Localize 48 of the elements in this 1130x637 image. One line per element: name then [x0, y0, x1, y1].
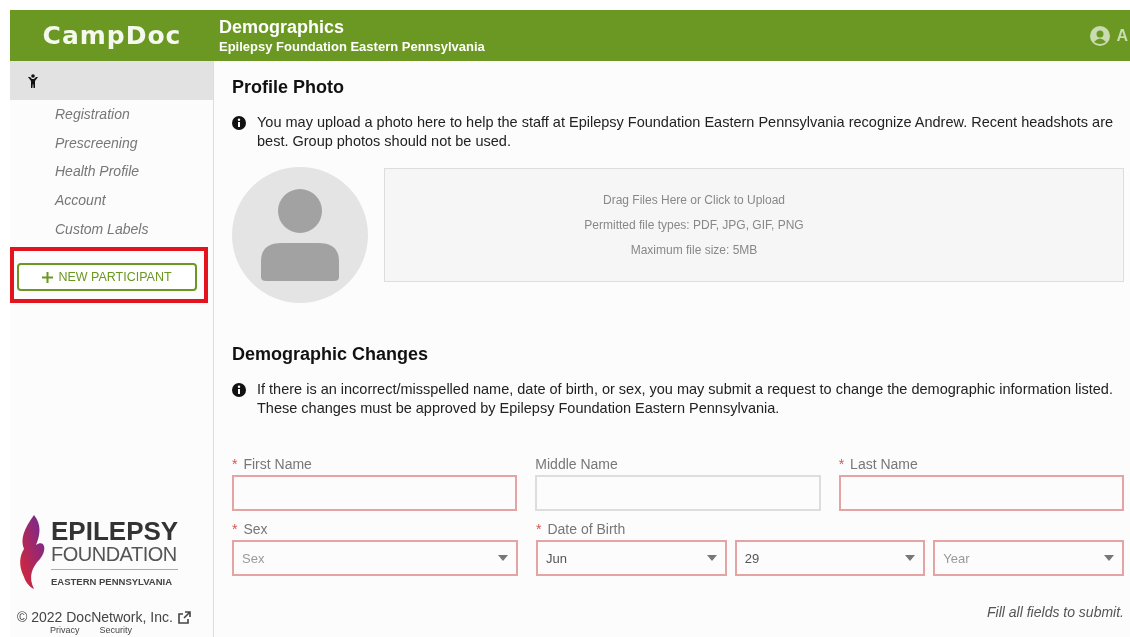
new-participant-button[interactable]: NEW PARTICIPANT	[17, 263, 197, 292]
field-label: Middle Name	[535, 456, 619, 472]
caret-icon	[706, 555, 717, 561]
dropdown[interactable]: Sex	[232, 540, 518, 576]
avatar-placeholder-icon	[232, 167, 368, 303]
organization-logo-text: EASTERN PENNSYLVANIA	[51, 575, 174, 587]
field-label: * Sex	[232, 521, 269, 537]
info-icon	[232, 116, 246, 130]
upload-hint: Maximum file size: 5MB	[630, 243, 758, 257]
info-text: If there is an incorrect/misspelled name, date of birth, or sex, you may submit a request to change the demographic information listed. These changes must be approved by Epilepsy Foundation Eastern Pennsylvania.	[257, 380, 1114, 418]
organization-name: Epilepsy Foundation Eastern Pennsylvania	[219, 39, 486, 54]
footer-link[interactable]: Privacy	[50, 625, 80, 637]
caret-icon	[905, 555, 916, 561]
field-label: * Date of Birth	[536, 521, 627, 537]
sidebar-link[interactable]: Health Profile	[55, 157, 140, 187]
dropdown[interactable]: Jun	[536, 540, 727, 576]
form-hint: Fill all fields to submit.	[987, 604, 1124, 620]
page-title: Demographics	[219, 17, 346, 38]
field-label: * Last Name	[838, 456, 919, 472]
organization-logo-text: EPILEPSY	[51, 517, 179, 544]
copyright-text: © 2022 DocNetwork, Inc.	[17, 609, 173, 625]
footer-link[interactable]: Security	[99, 625, 133, 637]
caret-icon	[498, 555, 508, 561]
app-logo[interactable]: CampDoc	[10, 21, 214, 50]
text-field[interactable]	[535, 475, 821, 511]
text-field[interactable]	[232, 475, 518, 511]
sidebar-link[interactable]: Prescreening	[55, 128, 138, 158]
section-heading: Profile Photo	[232, 77, 345, 98]
dropdown[interactable]: 29	[734, 540, 926, 576]
section-heading: Demographic Changes	[232, 344, 430, 365]
dropdown[interactable]: Year	[933, 540, 1124, 576]
caret-icon	[1104, 555, 1114, 561]
field-label: * First Name	[232, 456, 313, 472]
user-name[interactable]: A	[1116, 26, 1128, 45]
person-icon	[28, 73, 38, 88]
info-icon	[232, 383, 246, 397]
plus-icon	[42, 271, 54, 283]
upload-hint: Drag Files Here or Click to Upload	[602, 193, 786, 207]
sidebar-link[interactable]: Custom Labels	[55, 214, 149, 244]
organization-logo-text: FOUNDATION	[51, 543, 179, 570]
text-field[interactable]	[838, 475, 1124, 511]
sidebar-link[interactable]: Registration	[55, 100, 130, 129]
upload-hint: Permitted file types: PDF, JPG, GIF, PNG	[584, 218, 804, 232]
external-link-icon[interactable]	[177, 610, 191, 624]
info-text: You may upload a photo here to help the staff at Epilepsy Foundation Eastern Pennsylvania recognize Andrew. Recent headshots are best. Group photos should not be used.	[257, 113, 1115, 151]
upload-dropzone[interactable]: Drag Files Here or Click to Upload Permitted file types: PDF, JPG, GIF, PNG Maximum file size: 5MB	[384, 168, 1124, 282]
sidebar-link[interactable]: Account	[55, 186, 106, 215]
user-icon[interactable]	[1090, 25, 1111, 46]
